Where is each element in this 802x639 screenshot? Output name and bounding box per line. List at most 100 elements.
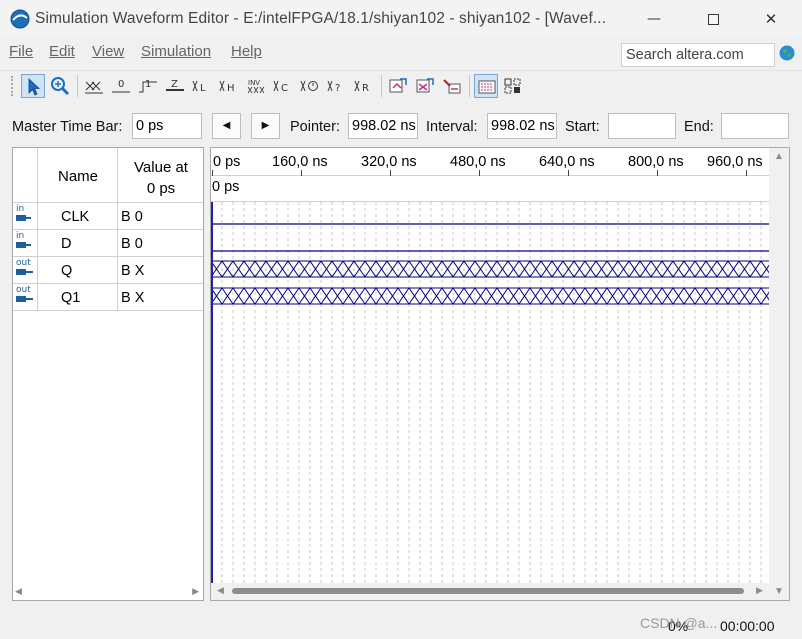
signal-table-header: Name Value at 0 ps [13,148,203,203]
scroll-right-arrow[interactable]: ▶ [192,586,199,597]
force-low-button[interactable]: 0 [109,74,133,98]
input-pin-icon: in [15,204,35,226]
toolbar-separator [469,75,470,97]
time-ruler[interactable]: 0 ps 160,0 ns 320,0 ns 480,0 ns 640,0 ns… [211,148,769,176]
minimize-button[interactable]: — [631,6,677,32]
start-field[interactable] [608,113,676,139]
scroll-right-arrow[interactable]: ▶ [756,585,763,596]
menu-simulation[interactable]: Simulation [141,43,211,60]
clock-button[interactable] [298,74,322,98]
window-title: Simulation Waveform Editor - E:/intelFPG… [35,10,607,27]
weak-high-icon: H [219,80,235,94]
svg-text:0: 0 [118,79,124,90]
signal-name: CLK [61,209,90,225]
waveform-canvas[interactable] [211,202,769,583]
scroll-left-arrow[interactable]: ◀ [15,586,22,597]
menu-edit[interactable]: Edit [49,43,75,60]
value-header-line1: Value at [134,159,188,176]
name-column-header[interactable]: Name [58,168,98,185]
interval-field[interactable]: 998.02 ns [487,113,557,139]
pin-direction-label: out [16,258,31,268]
count-value-button[interactable]: C [271,74,295,98]
pointer-field[interactable]: 998.02 ns [348,113,418,139]
menu-file-label: File [9,43,34,60]
arbitrary-value-button[interactable]: ? [325,74,349,98]
toolbar-separator [77,75,78,97]
svg-text:C: C [281,83,288,94]
force-high-button[interactable]: 1 [136,74,160,98]
search-input[interactable]: Search altera.com [621,43,775,67]
svg-text:?: ? [335,83,340,94]
overwrite-random-button[interactable] [413,74,437,98]
pin-direction-label: in [16,231,25,241]
force-high-impedance-button[interactable]: Z [163,74,187,98]
random-value-button[interactable]: R [352,74,376,98]
overwrite-random-icon [416,78,434,93]
magnifier-icon [51,77,70,96]
scroll-up-arrow[interactable]: ▲ [774,151,784,162]
pin-direction-label: out [16,285,31,295]
menu-help[interactable]: Help [231,43,262,60]
signal-row-d[interactable]: in D B 0 [13,230,203,257]
signal-row-q[interactable]: out Q B X [13,257,203,284]
sort-button[interactable] [501,74,525,98]
start-label: Start: [565,119,600,135]
svg-text:L: L [200,83,206,94]
force-weak-low-button[interactable]: L [190,74,214,98]
arbitrary-value-icon: ? [327,80,340,94]
overwrite-clock-button[interactable] [386,74,410,98]
signal-value: B 0 [121,209,143,225]
compare-icon [443,79,461,94]
signal-value: B X [121,290,145,306]
menu-view[interactable]: View [92,43,124,60]
waveform-panel[interactable]: 0 ps 160,0 ns 320,0 ns 480,0 ns 640,0 ns… [210,147,790,601]
scroll-down-arrow[interactable]: ▼ [774,586,784,597]
end-label: End: [684,119,714,135]
globe-icon[interactable] [779,45,795,61]
next-transition-button[interactable]: ▶ [251,113,280,139]
signal-row-q1[interactable]: out Q1 B X [13,284,203,311]
signal-row-clk[interactable]: in CLK B 0 [13,203,203,230]
signal-list-panel: Name Value at 0 ps in CLK B 0 in D B 0 o… [12,147,204,601]
zoom-tool-button[interactable] [48,74,72,98]
toolbar-grip[interactable] [11,76,14,96]
pointer-arrow-icon [28,78,41,96]
waveform-compare-button[interactable] [440,74,464,98]
force-unknown-button[interactable] [82,74,106,98]
time-tick-label: 800,0 ns [628,154,684,170]
count-c-icon: C [273,80,288,94]
snap-to-grid-button[interactable] [474,74,498,98]
title-bar: Simulation Waveform Editor - E:/intelFPG… [0,0,802,38]
scroll-left-arrow[interactable]: ◀ [217,585,224,596]
menu-file[interactable]: File [9,43,33,60]
maximize-button[interactable] [690,6,736,32]
svg-text:Z: Z [171,79,178,90]
close-button[interactable]: ✕ [748,6,794,32]
time-tick-label: 480,0 ns [450,154,506,170]
vertical-scrollbar[interactable]: ▲ ▼ [769,148,789,600]
previous-transition-button[interactable]: ◀ [212,113,241,139]
horizontal-scrollbar[interactable]: ◀ ▶ [211,583,769,600]
master-time-bar-label: Master Time Bar: [12,119,123,135]
unknown-x-icon [85,81,103,94]
invert-button[interactable]: INV [244,74,268,98]
output-pin-icon: out [15,285,35,307]
force-weak-high-button[interactable]: H [217,74,241,98]
end-field[interactable] [721,113,789,139]
pointer-label: Pointer: [290,119,340,135]
selection-tool-button[interactable] [21,74,45,98]
time-tick-label: 160,0 ns [272,154,328,170]
clock-icon [300,80,318,92]
scrollbar-thumb[interactable] [232,588,744,594]
signal-name: D [61,236,72,252]
maximize-icon [707,13,719,25]
value-column-header[interactable]: Value at 0 ps [121,157,201,199]
elapsed-time-status: 00:00:00 [720,618,775,634]
signal-value: B 0 [121,236,143,252]
svg-text:R: R [362,83,369,94]
weak-low-icon: L [192,80,206,94]
time-tick-label: 0 ps [213,154,241,170]
master-time-bar-field[interactable]: 0 ps [132,113,202,139]
time-tick-label: 320,0 ns [361,154,417,170]
svg-text:INV: INV [248,79,260,87]
